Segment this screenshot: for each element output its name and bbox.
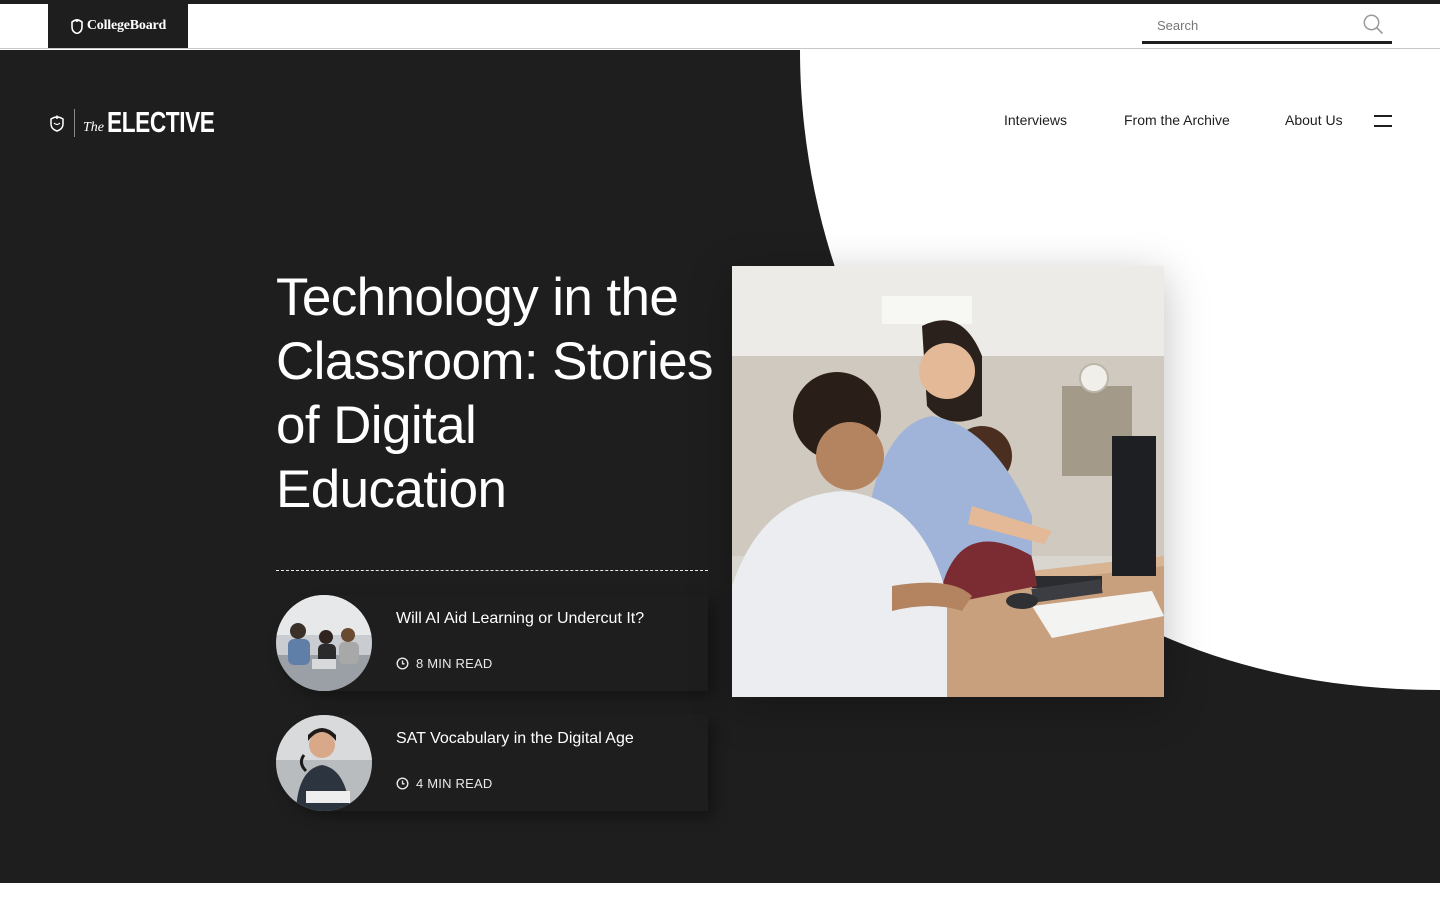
global-header: CollegeBoard [0,4,1440,49]
shield-icon [50,115,64,132]
acorn-shield-icon [71,19,83,34]
article-text: SAT Vocabulary in the Digital Age 4 MIN … [396,715,634,791]
nav-item-from-the-archive[interactable]: From the Archive [1124,112,1230,132]
nav-item-label[interactable]: About Us [1285,112,1343,128]
article-read-time: 8 MIN READ [396,656,644,671]
read-time-label: 8 MIN READ [416,656,493,671]
nav-item-label[interactable]: From the Archive [1124,112,1230,128]
clock-icon [396,657,409,670]
search-box [1142,10,1392,44]
article-title[interactable]: SAT Vocabulary in the Digital Age [396,729,634,749]
collegeboard-logo[interactable]: CollegeBoard [48,4,188,48]
logo-the-text: The [83,120,104,135]
nav-item-about-us[interactable]: About Us [1285,112,1343,132]
search-input[interactable] [1142,10,1352,41]
hero-white-curve [800,50,1440,690]
hero-image [732,266,1164,697]
dashed-divider [276,570,708,571]
nav-item-label[interactable]: Interviews [1004,112,1067,128]
logo-elective-text: ELECTIVE [107,106,215,139]
search-button[interactable] [1360,10,1386,38]
related-article-card[interactable]: Will AI Aid Learning or Undercut It? 8 M… [276,595,708,691]
article-text: Will AI Aid Learning or Undercut It? 8 M… [396,595,644,671]
article-thumbnail [276,595,372,691]
hero-headline: Technology in the Classroom: Stories of … [276,268,713,519]
logo-divider [74,109,75,137]
hamburger-menu-icon[interactable] [1374,114,1392,128]
article-title[interactable]: Will AI Aid Learning or Undercut It? [396,609,644,629]
article-read-time: 4 MIN READ [396,776,634,791]
article-thumbnail [276,715,372,811]
the-elective-logo[interactable]: The ELECTIVE [49,106,245,139]
nav-item-interviews[interactable]: Interviews [1004,112,1067,132]
search-icon [1363,14,1383,34]
hero-section: The ELECTIVE Interviews From the Archive… [0,50,1440,883]
related-article-card[interactable]: SAT Vocabulary in the Digital Age 4 MIN … [276,715,708,811]
clock-icon [396,777,409,790]
collegeboard-logo-text: CollegeBoard [86,18,167,33]
read-time-label: 4 MIN READ [416,776,493,791]
